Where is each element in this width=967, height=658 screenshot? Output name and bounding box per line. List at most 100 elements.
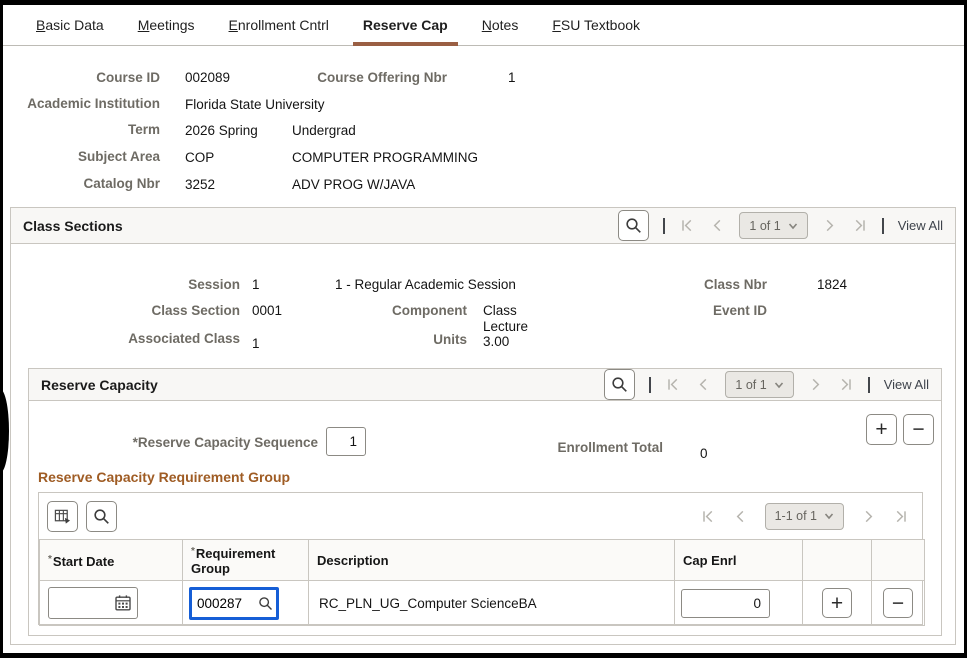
reserve-capacity-header: Reserve Capacity 1 of 1 View All [29, 369, 941, 401]
class-nbr-value: 1824 [817, 277, 847, 292]
col-description: Description [309, 540, 675, 581]
last-page-button[interactable] [838, 377, 854, 393]
term-career-value: Undergrad [292, 123, 356, 138]
first-page-button[interactable] [665, 377, 681, 393]
minus-icon: − [892, 593, 904, 614]
start-date-cell [40, 581, 183, 626]
add-row-button[interactable]: + [866, 414, 897, 445]
term-label: Term [0, 122, 160, 137]
first-page-button[interactable] [701, 508, 717, 524]
next-page-button[interactable] [860, 508, 876, 524]
reserve-capacity-sequence-label: *Reserve Capacity Sequence [60, 435, 318, 450]
page-position-text: 1 of 1 [749, 219, 780, 233]
tab-notes[interactable]: Notes [465, 5, 536, 45]
next-page-icon [861, 509, 876, 524]
requirement-group-widget [189, 587, 279, 620]
course-id-value: 002089 [185, 70, 230, 85]
required-marker: * [191, 546, 195, 557]
search-icon [258, 596, 273, 611]
enrollment-total-label: Enrollment Total [503, 440, 663, 455]
last-page-button[interactable] [852, 218, 868, 234]
calendar-button[interactable] [114, 594, 137, 612]
minus-icon: − [912, 419, 924, 440]
plus-icon: + [875, 419, 887, 440]
description-cell: RC_PLN_UG_Computer ScienceBA [309, 581, 675, 626]
table-row: RC_PLN_UG_Computer ScienceBA + − [40, 581, 925, 626]
tab-reserve-cap[interactable]: Reserve Cap [346, 5, 465, 45]
delete-row-button[interactable]: − [903, 414, 934, 445]
component-value: Class Lecture [483, 303, 545, 335]
tab-label: Basic Data [36, 17, 104, 33]
last-page-icon [838, 377, 853, 392]
search-button[interactable] [604, 369, 635, 400]
next-page-button[interactable] [808, 377, 824, 393]
reserve-capacity-sequence-input[interactable] [326, 427, 366, 456]
view-all-link[interactable]: View All [898, 218, 943, 233]
first-page-icon [666, 377, 681, 392]
first-page-icon [680, 218, 695, 233]
associated-class-label: Associated Class [40, 331, 240, 346]
tab-label: Reserve Cap [363, 17, 448, 33]
tab-label: Meetings [138, 17, 195, 33]
catalog-descr: ADV PROG W/JAVA [292, 177, 415, 192]
grid-search-button[interactable] [86, 501, 117, 532]
next-page-button[interactable] [822, 218, 838, 234]
requirement-group-table: *Start Date *Requirement Group Descripti… [39, 539, 925, 626]
next-page-icon [822, 218, 837, 233]
delete-row-button[interactable]: − [883, 588, 913, 618]
first-page-icon [701, 509, 716, 524]
pager-separator [882, 218, 884, 234]
page-position-text: 1 of 1 [735, 378, 766, 392]
start-date-widget [48, 587, 138, 619]
associated-class-value: 1 [252, 336, 260, 351]
side-drawer-handle[interactable] [0, 389, 9, 473]
delete-cell: − [872, 581, 925, 626]
search-icon [93, 508, 110, 525]
col-requirement-group: *Requirement Group [183, 540, 309, 581]
search-button[interactable] [618, 210, 649, 241]
academic-institution-label: Academic Institution [0, 96, 160, 111]
page-position-select[interactable]: 1-1 of 1 [765, 503, 844, 530]
previous-page-icon [710, 218, 725, 233]
cap-enrl-input[interactable] [681, 589, 770, 618]
session-value: 1 [252, 277, 260, 292]
previous-page-button[interactable] [733, 508, 749, 524]
tab-label: Enrollment Cntrl [229, 17, 329, 33]
add-cell: + [803, 581, 872, 626]
reserve-capacity-pager: 1 of 1 View All [604, 369, 929, 400]
class-section-label: Class Section [40, 303, 240, 318]
grid-actions-button[interactable] [47, 501, 78, 532]
tab-bar: Basic Data Meetings Enrollment Cntrl Res… [3, 5, 964, 46]
term-value: 2026 Spring [185, 123, 258, 138]
previous-page-button[interactable] [709, 218, 725, 234]
tab-meetings[interactable]: Meetings [121, 5, 212, 45]
subject-area-descr: COMPUTER PROGRAMMING [292, 150, 478, 165]
subject-area-value: COP [185, 150, 214, 165]
pager-separator [663, 218, 665, 234]
event-id-label: Event ID [627, 303, 767, 318]
component-label: Component [327, 303, 467, 318]
tab-basic-data[interactable]: Basic Data [19, 5, 121, 45]
chevron-down-icon [788, 222, 798, 230]
tab-enrollment-cntrl[interactable]: Enrollment Cntrl [212, 5, 346, 45]
lookup-button[interactable] [258, 596, 276, 611]
reserve-cap-page: Basic Data Meetings Enrollment Cntrl Res… [0, 0, 967, 658]
previous-page-icon [696, 377, 711, 392]
last-page-button[interactable] [892, 508, 908, 524]
start-date-input[interactable] [49, 588, 114, 618]
page-position-select[interactable]: 1 of 1 [725, 371, 793, 398]
view-all-link[interactable]: View All [884, 377, 929, 392]
page-position-select[interactable]: 1 of 1 [739, 212, 807, 239]
cap-enrl-cell [675, 581, 803, 626]
add-row-button[interactable]: + [822, 588, 852, 618]
enrollment-total-value: 0 [700, 446, 708, 461]
course-id-label: Course ID [0, 70, 160, 85]
first-page-button[interactable] [679, 218, 695, 234]
requirement-group-input[interactable] [192, 590, 244, 617]
previous-page-button[interactable] [695, 377, 711, 393]
tab-label: FSU Textbook [552, 17, 640, 33]
units-label: Units [327, 332, 467, 347]
next-page-icon [808, 377, 823, 392]
tab-fsu-textbook[interactable]: FSU Textbook [535, 5, 657, 45]
requirement-group-cell [183, 581, 309, 626]
